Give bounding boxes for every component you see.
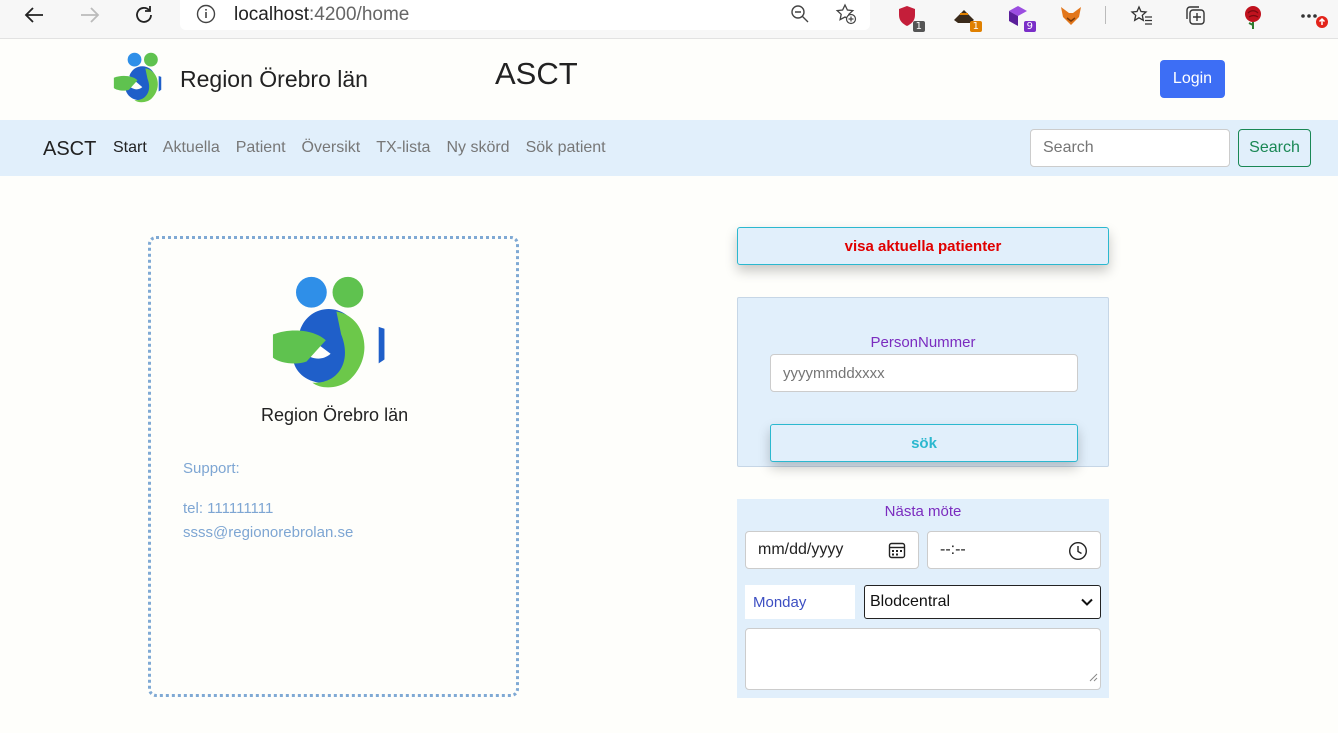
fox-ext-icon[interactable] <box>1059 4 1085 28</box>
extension-badge: 1 <box>912 21 925 32</box>
date-input[interactable]: mm/dd/yyyy <box>745 531 919 569</box>
nav-item-patient[interactable]: Patient <box>236 139 286 157</box>
support-phone: tel: 111111111 <box>183 500 274 517</box>
search-button[interactable]: Search <box>1238 129 1311 167</box>
app-header: Region Örebro län ASCT Login <box>0 40 1338 120</box>
collections-icon[interactable] <box>1184 4 1210 28</box>
next-meeting-label: Nästa möte <box>884 503 962 520</box>
cube-ext-icon[interactable]: 9 <box>1006 4 1036 32</box>
time-value: --:-- <box>940 541 966 558</box>
sok-button[interactable]: sök <box>770 424 1078 462</box>
meeting-notes-textarea[interactable] <box>745 628 1101 690</box>
reload-icon[interactable] <box>127 0 161 30</box>
resize-handle-icon[interactable] <box>1088 669 1098 687</box>
login-button[interactable]: Login <box>1160 60 1225 98</box>
person-number-input[interactable] <box>770 354 1078 392</box>
add-favorite-icon[interactable] <box>835 3 857 30</box>
card-logo-text: Region Örebro län <box>261 405 409 425</box>
chevron-down-icon <box>1080 595 1094 614</box>
hat-ext-icon[interactable]: 1 <box>952 4 982 32</box>
nav-item-tx-lista[interactable]: TX-lista <box>376 139 430 157</box>
support-email: ssss@regionorebrolan.se <box>183 524 354 541</box>
profile-rose-icon[interactable] <box>1240 4 1266 29</box>
nav-item-start[interactable]: Start <box>113 139 147 157</box>
favorites-icon[interactable] <box>1130 4 1156 28</box>
nav-item-oversikt[interactable]: Översikt <box>302 139 361 157</box>
zoom-out-icon[interactable] <box>790 4 810 29</box>
show-current-patients-button[interactable]: visa aktuella patienter <box>737 227 1109 265</box>
calendar-icon[interactable] <box>888 541 906 564</box>
forward-arrow-icon[interactable] <box>73 0 107 30</box>
navbar-brand[interactable]: ASCT <box>43 138 96 161</box>
nav-item-sok-patient[interactable]: Sök patient <box>526 139 606 157</box>
nav-item-ny-skord[interactable]: Ny skörd <box>446 139 509 157</box>
person-number-panel: PersonNummer sök <box>737 297 1109 467</box>
clock-icon[interactable] <box>1068 541 1088 566</box>
main-navbar: ASCT Start Aktuella Patient Översikt TX-… <box>0 120 1338 176</box>
search-input[interactable] <box>1030 129 1230 167</box>
extension-badge: 9 <box>1023 21 1036 32</box>
support-card: Region Örebro län Support: tel: 11111111… <box>148 236 519 697</box>
back-arrow-icon[interactable] <box>17 0 51 30</box>
nav-item-aktuella[interactable]: Aktuella <box>163 139 220 157</box>
person-number-label: PersonNummer <box>870 334 976 351</box>
nav-menu: Start Aktuella Patient Översikt TX-lista… <box>113 139 606 157</box>
shield-ext-icon[interactable]: 1 <box>895 4 925 32</box>
logo-text: Region Örebro län <box>180 66 368 92</box>
time-input[interactable]: --:-- <box>927 531 1101 569</box>
more-menu-icon[interactable] <box>1298 4 1328 28</box>
browser-toolbar: localhost:4200/home 1 1 9 <box>0 0 1338 39</box>
region-logo-icon <box>113 50 169 113</box>
url-text: localhost:4200/home <box>234 4 410 25</box>
page-title: ASCT <box>495 56 578 91</box>
region-logo-large-icon <box>271 273 396 403</box>
meeting-day: Monday <box>745 585 855 619</box>
address-bar[interactable]: localhost:4200/home <box>180 0 870 30</box>
next-meeting-panel: Nästa möte mm/dd/yyyy --:-- Monday Blodc… <box>737 499 1109 698</box>
location-select[interactable]: Blodcentral <box>864 585 1101 619</box>
support-label: Support: <box>183 460 240 477</box>
location-selected-value: Blodcentral <box>870 593 951 610</box>
date-value: mm/dd/yyyy <box>758 541 844 558</box>
info-icon[interactable] <box>196 4 216 29</box>
extension-badge: 1 <box>969 21 982 32</box>
toolbar-divider <box>1105 6 1106 24</box>
